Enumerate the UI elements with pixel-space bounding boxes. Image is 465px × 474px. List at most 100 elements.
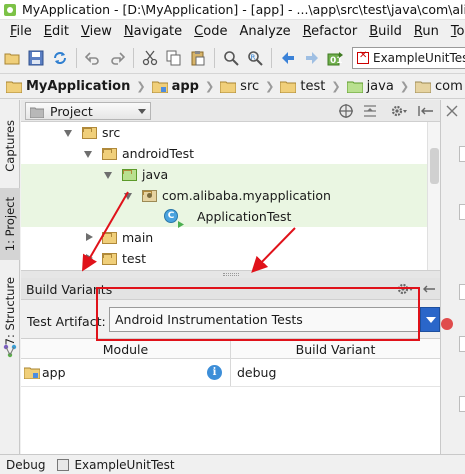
menu-refactor[interactable]: Refactor [297,24,364,39]
toolbar-separator [133,47,134,68]
folder-icon [102,148,117,160]
menu-file[interactable]: File [4,24,38,39]
class-icon: C [164,209,178,223]
gear-icon[interactable] [390,103,408,119]
replace-icon[interactable]: R [244,47,266,69]
tree-node-java[interactable]: java [21,164,427,185]
menu-build[interactable]: Build [363,24,408,39]
build-variant-cell[interactable]: debug [237,365,276,380]
splitter-grip[interactable] [223,273,239,276]
invalid-config-icon [357,50,369,64]
close-icon[interactable] [445,104,459,118]
menu-edit[interactable]: Edit [38,24,75,39]
breadcrumb-item[interactable]: app ❯ [151,79,221,94]
main-toolbar: R 01 ExampleUnitTest [0,42,465,74]
module-folder-icon [151,81,169,93]
open-folder-icon[interactable] [1,47,23,69]
build-variants-header: Build Variants [21,278,440,300]
make-project-icon[interactable]: 01 [325,47,347,69]
info-icon[interactable]: i [207,365,222,380]
find-icon[interactable] [220,47,242,69]
editor-tab-edge [459,204,465,220]
editor-tab-edge [459,284,465,300]
expand-arrow-icon[interactable] [84,151,92,158]
tree-node-applicationtest[interactable]: C ApplicationTest [21,206,427,228]
menu-bar: File Edit View Navigate Code Analyze Ref… [0,20,465,42]
forward-icon[interactable] [301,47,323,69]
column-header-build-variant[interactable]: Build Variant [231,342,440,357]
menu-view[interactable]: View [75,24,118,39]
menu-run[interactable]: Run [408,24,445,39]
panel-splitter[interactable] [21,270,440,278]
editor-tab-edge [459,396,465,412]
tab-captures[interactable]: Captures [0,108,20,184]
tab-project[interactable]: 1: Project [0,188,20,260]
debug-tab[interactable]: Debug [0,458,51,472]
tree-node-package[interactable]: com.alibaba.myapplication [21,185,427,206]
table-row[interactable]: app i debug [21,359,440,387]
breadcrumb-item[interactable]: test ❯ [279,79,346,94]
cut-icon[interactable] [139,47,161,69]
toolbar-separator [271,47,272,68]
breadcrumb-item[interactable]: MyApplication ❯ [5,79,152,94]
expand-arrow-icon[interactable] [124,193,132,200]
sync-icon[interactable] [49,47,71,69]
tab-structure[interactable]: 7: Structure [0,276,20,346]
undo-icon[interactable] [82,47,104,69]
breakpoint-icon[interactable] [441,318,453,330]
chevron-right-icon: ❯ [265,80,275,93]
menu-navigate[interactable]: Navigate [118,24,188,39]
project-view-icon [29,106,45,118]
save-all-icon[interactable] [25,47,47,69]
expand-arrow-icon[interactable] [64,130,72,137]
back-icon[interactable] [277,47,299,69]
folder-icon [102,253,117,265]
hide-panel-icon[interactable] [416,103,434,119]
build-variants-panel: Test Artifact: Android Instrumentation T… [21,300,440,454]
build-variants-title: Build Variants [26,282,113,297]
column-header-module[interactable]: Module [21,342,230,357]
android-studio-icon [4,3,16,16]
folder-icon [279,81,297,93]
run-configuration-select[interactable]: ExampleUnitTest [352,46,465,69]
copy-icon[interactable] [163,47,185,69]
menu-tools[interactable]: Tools [445,24,465,39]
scrollbar-thumb[interactable] [430,148,439,184]
tree-node-test[interactable]: test [21,248,427,269]
scroll-from-source-icon[interactable] [338,103,354,119]
collapse-all-icon[interactable] [362,103,378,119]
menu-code[interactable]: Code [188,24,233,39]
project-view-select[interactable]: Project [25,102,151,120]
test-artifact-select[interactable]: Android Instrumentation Tests [109,307,420,332]
gear-icon[interactable] [396,281,414,297]
folder-icon [219,81,237,93]
paste-icon[interactable] [187,47,209,69]
window-title: MyApplication - [D:\MyApplication] - [ap… [22,2,465,17]
menu-analyze[interactable]: Analyze [233,24,296,39]
run-config-icon [57,458,70,471]
tree-node-androidTest[interactable]: androidTest [21,143,427,164]
chevron-right-icon: ❯ [331,80,341,93]
run-tab[interactable]: ExampleUnitTest [51,458,180,472]
hide-panel-icon[interactable] [420,281,436,297]
breadcrumb-item[interactable]: java ❯ [346,79,415,94]
collapse-arrow-icon[interactable] [86,233,93,241]
expand-arrow-icon[interactable] [104,172,112,179]
collapse-arrow-icon[interactable] [86,254,93,262]
build-variants-table: Module Build Variant app i debug [21,338,440,454]
project-tree: src androidTest java com.alibaba.myappli… [21,122,427,270]
tree-node-src[interactable]: src [21,122,427,143]
breadcrumb-item[interactable]: src ❯ [219,79,280,94]
editor-tab-edge [459,336,465,352]
chevron-right-icon: ❯ [204,80,215,93]
breadcrumb-item[interactable]: com❯ [414,79,465,94]
breadcrumb: MyApplication ❯ app ❯ src ❯ test ❯ java ❯ com… [0,75,465,99]
tree-node-main[interactable]: main [21,227,427,248]
redo-icon[interactable] [106,47,128,69]
build-variants-icon[interactable] [3,344,17,358]
tree-scrollbar[interactable] [427,122,440,270]
project-folder-icon [5,81,23,93]
package-icon [414,81,432,93]
test-artifact-dropdown-button[interactable] [420,307,440,332]
right-tool-strip [440,100,465,454]
